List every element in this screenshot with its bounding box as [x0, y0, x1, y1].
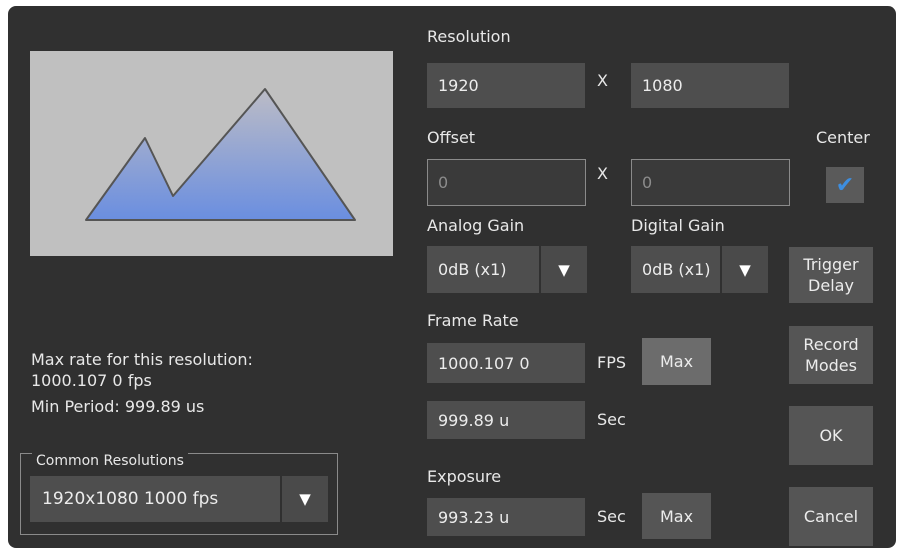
dialog-window: Resolution 1920 X 1080 Offset 0 X 0 Cent…: [8, 6, 896, 548]
trigger-delay-label-line2: Delay: [808, 276, 854, 295]
center-label: Center: [816, 128, 870, 147]
frame-rate-input[interactable]: 1000.107 0: [427, 343, 585, 383]
triangle-down-icon: ▼: [299, 490, 311, 508]
record-modes-label-line2: Modes: [805, 356, 857, 375]
common-resolutions-dropdown-button[interactable]: ▼: [280, 476, 328, 522]
max-rate-value-text: 1000.107 0 fps: [31, 371, 152, 390]
analog-gain-dropdown[interactable]: 0dB (x1): [427, 246, 539, 293]
max-rate-text: Max rate for this resolution:: [31, 350, 253, 369]
triangle-down-icon: ▼: [558, 260, 570, 279]
common-resolutions-title: Common Resolutions: [32, 453, 188, 469]
checkmark-icon: ✔: [835, 172, 855, 198]
resolution-width-input[interactable]: 1920: [427, 63, 585, 108]
ok-button[interactable]: OK: [789, 406, 873, 465]
exposure-input[interactable]: 993.23 u: [427, 498, 585, 536]
frame-rate-label: Frame Rate: [427, 311, 519, 330]
digital-gain-dropdown[interactable]: 0dB (x1): [631, 246, 720, 293]
analog-gain-dropdown-button[interactable]: ▼: [539, 246, 587, 293]
resolution-height-input[interactable]: 1080: [631, 63, 789, 108]
digital-gain-label: Digital Gain: [631, 216, 725, 235]
min-period-text: Min Period: 999.89 us: [31, 397, 205, 416]
analog-gain-label: Analog Gain: [427, 216, 525, 235]
frame-rate-unit: FPS: [597, 353, 627, 372]
resolution-x-separator: X: [597, 71, 608, 90]
period-input[interactable]: 999.89 u: [427, 401, 585, 439]
trigger-delay-button[interactable]: Trigger Delay: [789, 247, 873, 303]
period-unit: Sec: [597, 410, 626, 429]
exposure-unit: Sec: [597, 507, 626, 526]
offset-label: Offset: [427, 128, 476, 147]
image-preview: [30, 51, 393, 256]
offset-y-input[interactable]: 0: [631, 159, 790, 206]
mountain-image-icon: [85, 88, 356, 221]
exposure-label: Exposure: [427, 467, 502, 486]
triangle-down-icon: ▼: [739, 260, 751, 279]
frame-rate-max-button[interactable]: Max: [642, 338, 711, 385]
common-resolutions-dropdown[interactable]: 1920x1080 1000 fps: [30, 476, 280, 522]
offset-x-input[interactable]: 0: [427, 159, 586, 206]
resolution-label: Resolution: [427, 27, 511, 46]
record-modes-label-line1: Record: [803, 335, 859, 354]
offset-x-separator: X: [597, 164, 608, 183]
digital-gain-dropdown-button[interactable]: ▼: [720, 246, 768, 293]
exposure-max-button[interactable]: Max: [642, 493, 711, 539]
record-modes-button[interactable]: Record Modes: [789, 326, 873, 384]
cancel-button[interactable]: Cancel: [789, 487, 873, 546]
center-checkbox[interactable]: ✔: [826, 167, 864, 203]
trigger-delay-label-line1: Trigger: [803, 255, 859, 274]
